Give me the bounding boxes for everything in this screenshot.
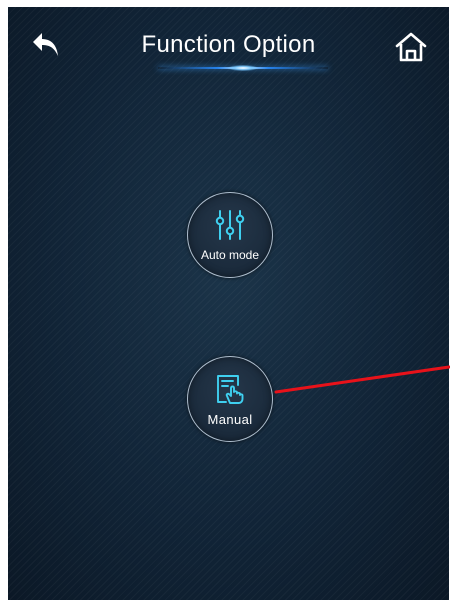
manual-label: Manual (207, 411, 253, 427)
home-icon (394, 31, 428, 68)
auto-mode-label: Auto mode (200, 248, 260, 262)
function-option-screen: Function Option Auto mode Manual (8, 7, 449, 600)
home-button[interactable] (391, 29, 431, 69)
header-bar: Function Option (8, 7, 449, 87)
page-title: Function Option (141, 31, 316, 58)
auto-mode-button[interactable]: Auto mode (187, 192, 273, 278)
title-underline-glow (158, 65, 328, 71)
sliders-icon (213, 208, 247, 242)
manual-button[interactable]: Manual (187, 356, 273, 442)
hand-touch-icon (213, 372, 247, 406)
